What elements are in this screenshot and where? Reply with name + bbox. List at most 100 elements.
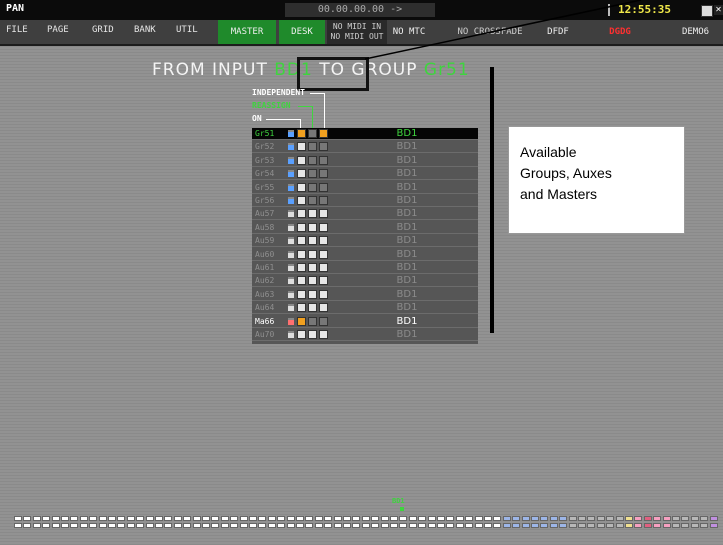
on-toggle[interactable] [319,182,328,192]
independent-toggle[interactable] [297,155,306,165]
on-toggle[interactable] [319,209,328,219]
independent-toggle[interactable] [297,330,306,339]
reassign-toggle[interactable] [308,249,317,259]
strip-channel[interactable] [136,512,145,532]
strip-channel[interactable] [324,512,333,532]
strip-channel[interactable] [352,512,361,532]
independent-toggle[interactable] [297,222,306,232]
strip-channel[interactable] [606,512,615,532]
route-row[interactable]: Au60 BD1 [252,249,478,261]
on-toggle[interactable] [319,316,328,326]
reassign-toggle[interactable] [308,330,317,339]
independent-toggle[interactable] [297,196,306,205]
strip-channel[interactable] [371,512,380,532]
strip-channel[interactable] [61,512,69,532]
strip-channel[interactable] [408,512,417,532]
strip-channel[interactable] [700,512,709,532]
strip-channel[interactable] [512,512,521,532]
strip-channel[interactable] [70,512,79,532]
menu-file[interactable]: FILE [6,25,28,35]
on-toggle[interactable] [319,155,328,165]
strip-channel[interactable] [549,512,558,532]
strip-channel[interactable] [14,512,22,532]
on-toggle[interactable] [319,169,328,179]
strip-channel[interactable] [531,512,539,532]
strip-channel[interactable] [653,512,662,532]
reassign-toggle[interactable] [308,142,317,152]
strip-channel[interactable] [343,512,351,532]
route-row[interactable]: Au59 BD1 [252,235,478,248]
reassign-toggle[interactable] [308,222,317,232]
on-toggle[interactable] [319,330,328,339]
independent-toggle[interactable] [297,182,306,192]
strip-channel[interactable] [484,512,492,532]
strip-channel[interactable] [380,512,389,532]
strip-channel[interactable] [32,512,41,532]
route-row[interactable]: Gr51 BD1 [252,128,478,140]
strip-channel[interactable] [418,512,427,532]
reassign-toggle[interactable] [308,263,317,272]
strip-channel[interactable] [98,512,107,532]
strip-channel[interactable] [587,512,596,532]
strip-channel[interactable] [192,512,201,532]
route-row[interactable]: Au61 BD1 [252,262,478,274]
strip-channel[interactable] [42,512,51,532]
reassign-toggle[interactable] [308,196,317,205]
strip-channel[interactable] [155,512,163,532]
route-row[interactable]: Au58 BD1 [252,222,478,234]
strip-channel[interactable] [399,512,408,532]
independent-toggle[interactable] [297,249,306,259]
reassign-toggle[interactable] [308,155,317,165]
on-toggle[interactable] [319,289,328,299]
menu-grid[interactable]: GRID [92,25,114,35]
menu-util[interactable]: UTIL [176,25,198,35]
strip-channel[interactable] [314,512,323,532]
on-toggle[interactable] [319,236,328,246]
strip-channel[interactable] [455,512,464,532]
strip-channel[interactable] [615,512,624,532]
on-toggle[interactable] [319,129,328,138]
strip-channel[interactable] [333,512,342,532]
strip-channel[interactable] [145,512,154,532]
reassign-toggle[interactable] [308,303,317,313]
strip-channel[interactable] [390,512,398,532]
reassign-toggle[interactable] [308,316,317,326]
master-button[interactable]: MASTER [218,20,276,44]
independent-toggle[interactable] [297,276,306,286]
strip-channel[interactable] [672,512,680,532]
strip-channel[interactable] [277,512,286,532]
strip-channel[interactable] [173,512,182,532]
strip-channel[interactable] [79,512,88,532]
strip-channel[interactable] [690,512,699,532]
strip-channel[interactable] [51,512,60,532]
route-row[interactable]: Gr55 BD1 [252,182,478,194]
on-toggle[interactable] [319,263,328,272]
route-row[interactable]: Gr56 BD1 [252,195,478,207]
independent-toggle[interactable] [297,142,306,152]
strip-channel[interactable] [220,512,229,532]
strip-channel[interactable] [117,512,126,532]
strip-channel[interactable] [568,512,577,532]
route-row[interactable]: Au63 BD1 [252,289,478,301]
strip-channel[interactable] [493,512,502,532]
independent-toggle[interactable] [297,129,306,138]
independent-toggle[interactable] [297,303,306,313]
strip-channel[interactable] [23,512,32,532]
desk-button[interactable]: DESK [279,20,325,44]
strip-channel[interactable] [596,512,605,532]
strip-channel[interactable] [578,512,586,532]
strip-channel[interactable] [625,512,633,532]
strip-channel[interactable] [681,512,690,532]
on-toggle[interactable] [319,196,328,205]
on-toggle[interactable] [319,222,328,232]
strip-channel[interactable] [662,512,671,532]
on-toggle[interactable] [319,142,328,152]
independent-toggle[interactable] [297,169,306,179]
strip-channel[interactable] [521,512,530,532]
strip-channel[interactable] [286,512,295,532]
strip-channel[interactable] [202,512,210,532]
independent-toggle[interactable] [297,263,306,272]
independent-toggle[interactable] [297,209,306,219]
menu-bank[interactable]: BANK [134,25,156,35]
strip-channel[interactable] [709,512,718,532]
